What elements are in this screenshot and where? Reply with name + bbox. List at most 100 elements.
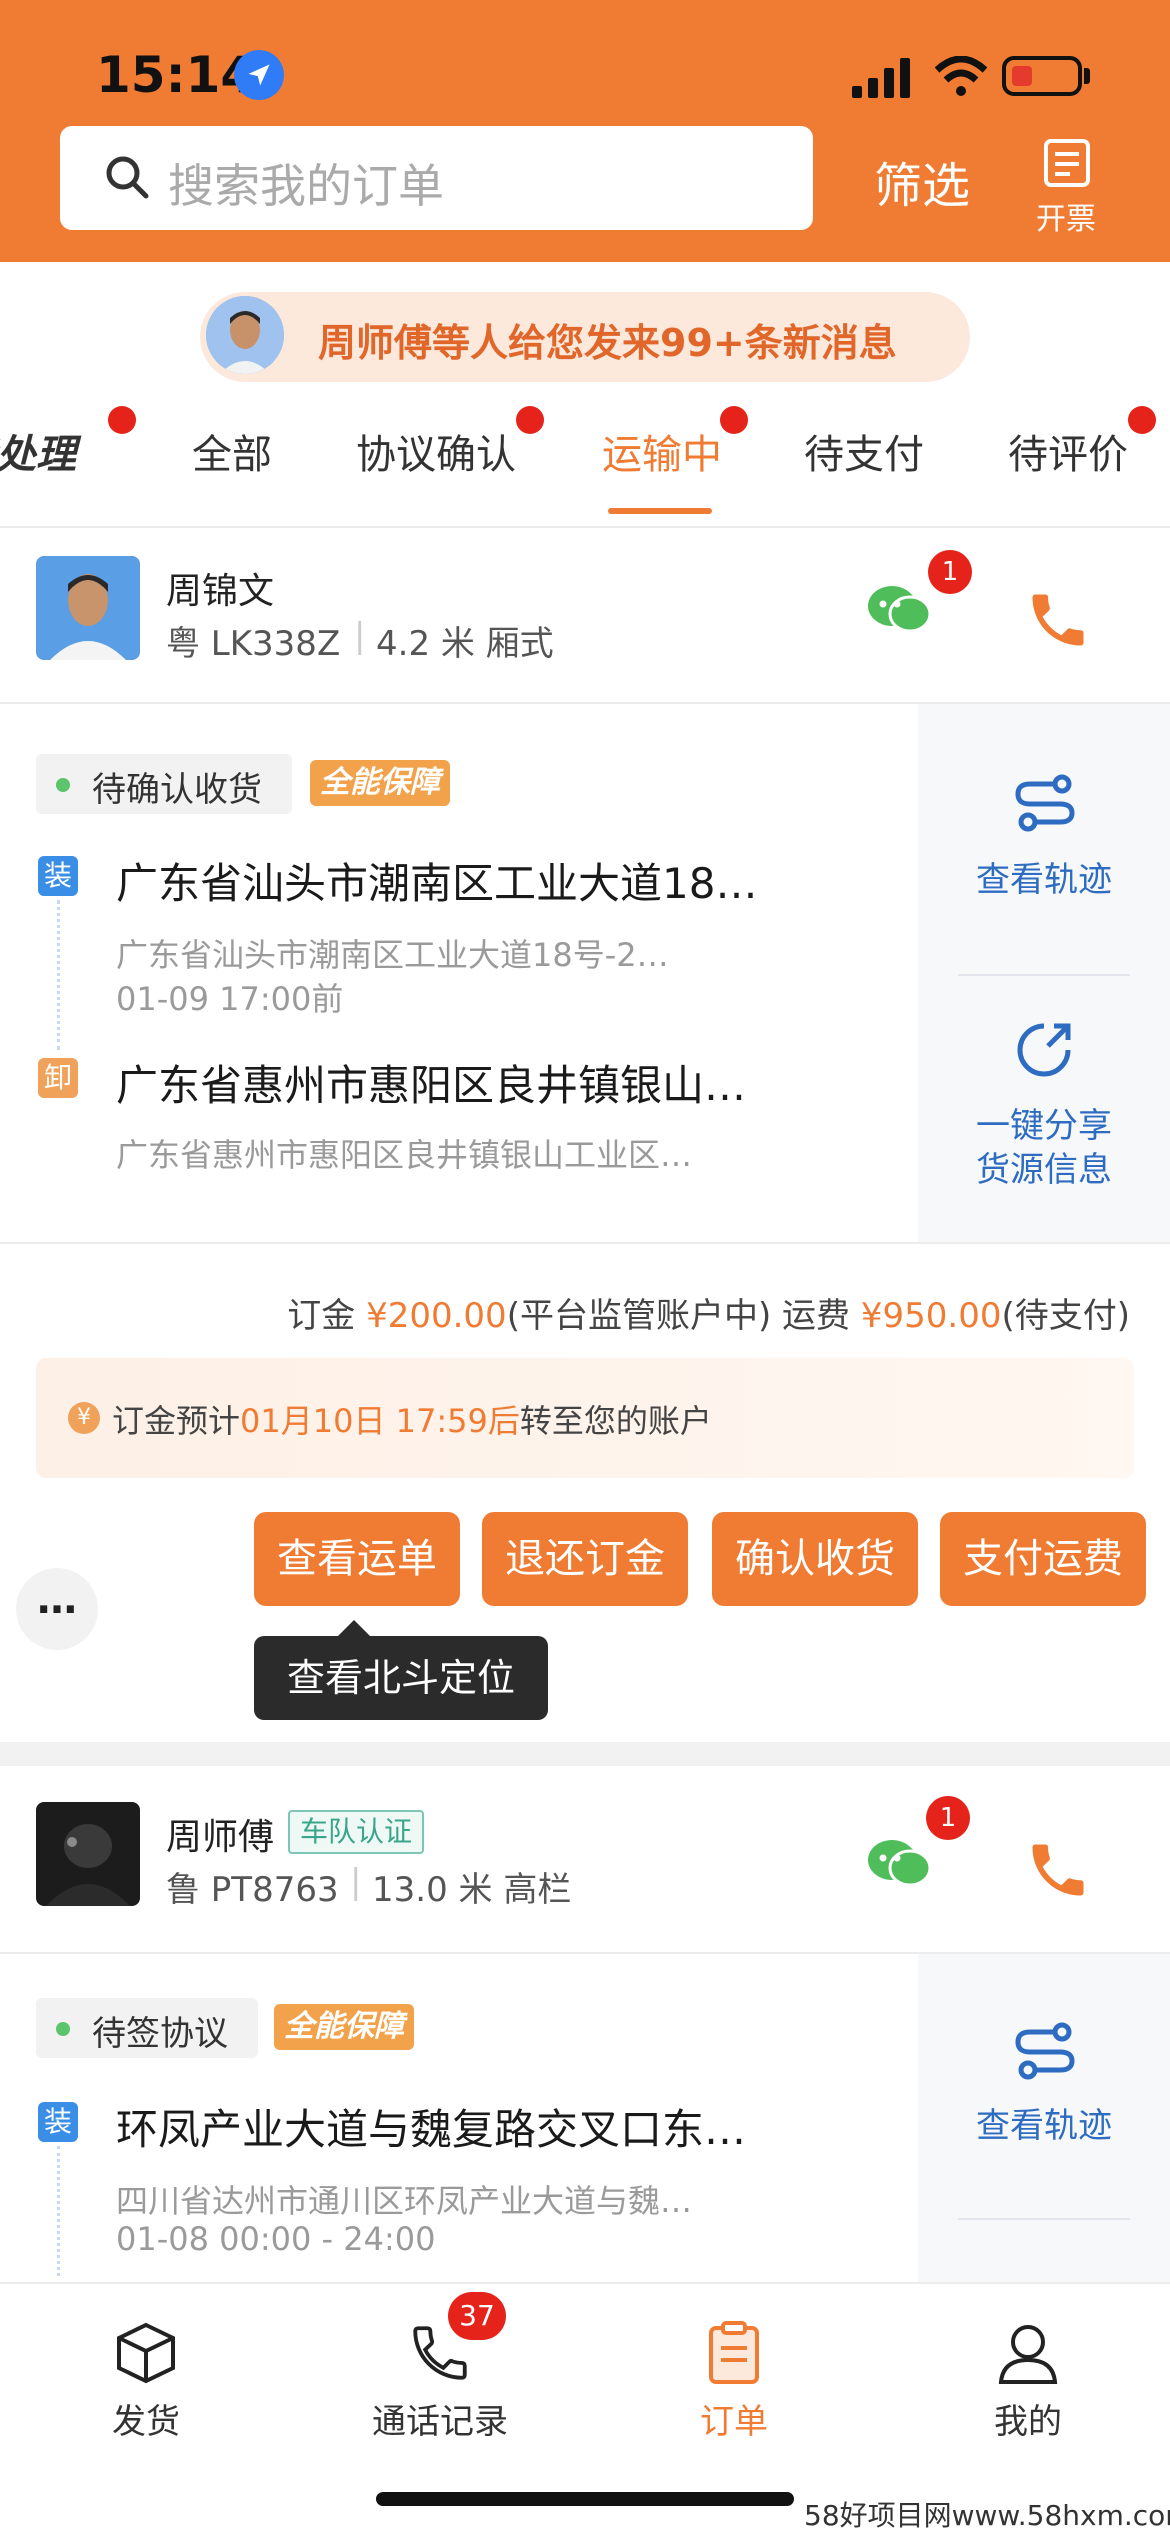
wifi-icon <box>935 56 987 96</box>
driver-name: 周锦文 <box>166 571 275 612</box>
beidou-location-tooltip[interactable]: 查看北斗定位 <box>254 1636 548 1720</box>
notice-text: 周师傅等人给您发来99+条新消息 <box>318 321 897 365</box>
search-input[interactable]: 搜索我的订单 <box>60 126 813 230</box>
tab-in-transit[interactable]: 运输中 <box>602 422 722 480</box>
info-separator: | <box>354 616 366 656</box>
tab-to-review-dot <box>1128 406 1156 434</box>
nav-ship-label: 发货 <box>112 2402 180 2442</box>
chat-icon[interactable] <box>866 580 932 640</box>
status-dot <box>56 2022 70 2036</box>
message-badge: 1 <box>926 1796 970 1840</box>
unload-address-detail: 广东省惠州市惠阳区良井镇银山工业区… <box>116 1136 693 1174</box>
tab-all[interactable]: 全部 <box>192 422 272 480</box>
filter-button[interactable]: 筛选 <box>874 146 970 216</box>
unload-address[interactable]: 广东省惠州市惠阳区良井镇银山… <box>116 1052 746 1113</box>
driver-avatar[interactable] <box>36 1802 140 1906</box>
unload-tag: 卸 <box>38 1058 78 1098</box>
view-track-link[interactable]: 查看轨迹 <box>918 858 1170 902</box>
load-tag: 装 <box>38 2102 78 2142</box>
app-header: 15:14 搜索我的订单 筛选 开票 <box>0 0 1170 262</box>
tab-agreement-dot <box>516 406 544 434</box>
search-placeholder: 搜索我的订单 <box>168 159 444 213</box>
deposit-note: (平台监管账户中) <box>506 1296 772 1336</box>
refund-deposit-button[interactable]: 退还订金 <box>482 1512 688 1606</box>
route-connector <box>57 2146 60 2276</box>
vehicle-plate: 粤 LK338Z <box>166 624 341 664</box>
order-status-chip: 待确认收货 <box>36 754 292 814</box>
battery-icon <box>1002 56 1082 96</box>
tab-pending[interactable]: 待处理 <box>0 422 76 480</box>
deposit-label: 订金 <box>287 1296 356 1336</box>
cellular-signal-icon <box>852 58 910 98</box>
nav-call-log[interactable]: 通话记录 <box>340 2320 540 2443</box>
pay-freight-button[interactable]: 支付运费 <box>940 1512 1146 1606</box>
load-address[interactable]: 环凤产业大道与魏复路交叉口东… <box>116 2096 746 2157</box>
person-icon <box>998 2325 1058 2384</box>
deposit-transfer-notice: ¥ 订金预计01月10日 17:59后转至您的账户 <box>36 1358 1134 1478</box>
nav-profile[interactable]: 我的 <box>928 2320 1128 2443</box>
view-track-link[interactable]: 查看轨迹 <box>918 2104 1170 2148</box>
tab-in-transit-dot <box>720 406 748 434</box>
freight-note: (待支付) <box>1001 1296 1130 1336</box>
phone-icon[interactable] <box>1024 586 1092 654</box>
route-track-icon[interactable] <box>1012 774 1078 832</box>
deposit-transfer-time: 01月10日 17:59后 <box>240 1402 520 1440</box>
side-separator <box>958 974 1130 976</box>
order-side-panel: 查看轨迹 <box>918 1954 1170 2282</box>
home-indicator[interactable] <box>376 2492 794 2506</box>
search-icon <box>106 156 149 199</box>
order-status-tabs: 待处理 全部 协议确认 运输中 待支付 待评价 <box>0 400 1170 510</box>
battery-tip <box>1084 68 1090 84</box>
order-side-panel: 查看轨迹 一键分享 货源信息 <box>918 704 1170 1242</box>
nav-ship[interactable]: 发货 <box>46 2320 246 2443</box>
info-separator: | <box>350 1862 362 1902</box>
phone-icon[interactable] <box>1024 1836 1092 1904</box>
route-divider <box>0 1242 1170 1244</box>
vehicle-spec: 4.2 米 厢式 <box>376 624 554 664</box>
nav-call-log-label: 通话记录 <box>372 2402 508 2442</box>
active-tab-indicator <box>608 508 712 514</box>
nav-orders[interactable]: 订单 <box>634 2320 834 2443</box>
guarantee-badge: 全能保障 <box>274 2004 414 2050</box>
nav-orders-label: 订单 <box>700 2402 768 2442</box>
load-time: 01-09 17:00前 <box>116 980 344 1018</box>
deposit-amount: ¥200.00 <box>366 1296 507 1336</box>
tab-to-review[interactable]: 待评价 <box>1008 422 1128 480</box>
order-status-text: 待确认收货 <box>92 770 262 810</box>
deposit-transfer-text: 订金预计01月10日 17:59后转至您的账户 <box>112 1402 712 1440</box>
status-time: 15:14 <box>96 46 256 104</box>
nav-profile-label: 我的 <box>994 2402 1062 2442</box>
more-actions-button[interactable]: … <box>16 1568 98 1650</box>
tab-to-pay[interactable]: 待支付 <box>804 422 924 480</box>
order-gap <box>0 1742 1170 1766</box>
load-tag: 装 <box>38 856 78 896</box>
location-arrow-icon <box>234 50 284 100</box>
load-time: 01-08 00:00 - 24:00 <box>116 2220 436 2258</box>
share-link-line1[interactable]: 一键分享 <box>918 1104 1170 1148</box>
status-dot <box>56 778 70 792</box>
chat-icon[interactable] <box>866 1834 932 1894</box>
invoice-icon[interactable] <box>1042 138 1092 188</box>
tab-pending-dot <box>108 406 136 434</box>
side-separator <box>958 2218 1130 2220</box>
load-address[interactable]: 广东省汕头市潮南区工业大道18… <box>116 850 757 911</box>
fleet-certified-badge: 车队认证 <box>288 1810 425 1854</box>
tabs-divider <box>0 526 1170 528</box>
vehicle-spec: 13.0 米 高栏 <box>372 1870 572 1910</box>
order-status-text: 待签协议 <box>92 2014 228 2054</box>
box-icon <box>117 2322 175 2384</box>
invoice-label[interactable]: 开票 <box>1036 194 1096 238</box>
view-waybill-button[interactable]: 查看运单 <box>254 1512 460 1606</box>
freight-amount: ¥950.00 <box>860 1296 1002 1336</box>
route-track-icon[interactable] <box>1012 2022 1078 2080</box>
tooltip-arrow <box>338 1620 370 1636</box>
driver-avatar[interactable] <box>36 556 140 660</box>
share-link-line2[interactable]: 货源信息 <box>918 1148 1170 1192</box>
route-connector <box>57 900 60 1050</box>
tab-agreement[interactable]: 协议确认 <box>356 422 516 480</box>
confirm-receipt-button[interactable]: 确认收货 <box>712 1512 918 1606</box>
load-address-detail: 广东省汕头市潮南区工业大道18号-2… <box>116 936 669 974</box>
share-icon[interactable] <box>1014 1020 1074 1080</box>
fee-summary: 订金 ¥200.00(平台监管账户中) 运费 ¥950.00(待支付) <box>287 1288 1130 1337</box>
guarantee-badge: 全能保障 <box>310 760 450 806</box>
